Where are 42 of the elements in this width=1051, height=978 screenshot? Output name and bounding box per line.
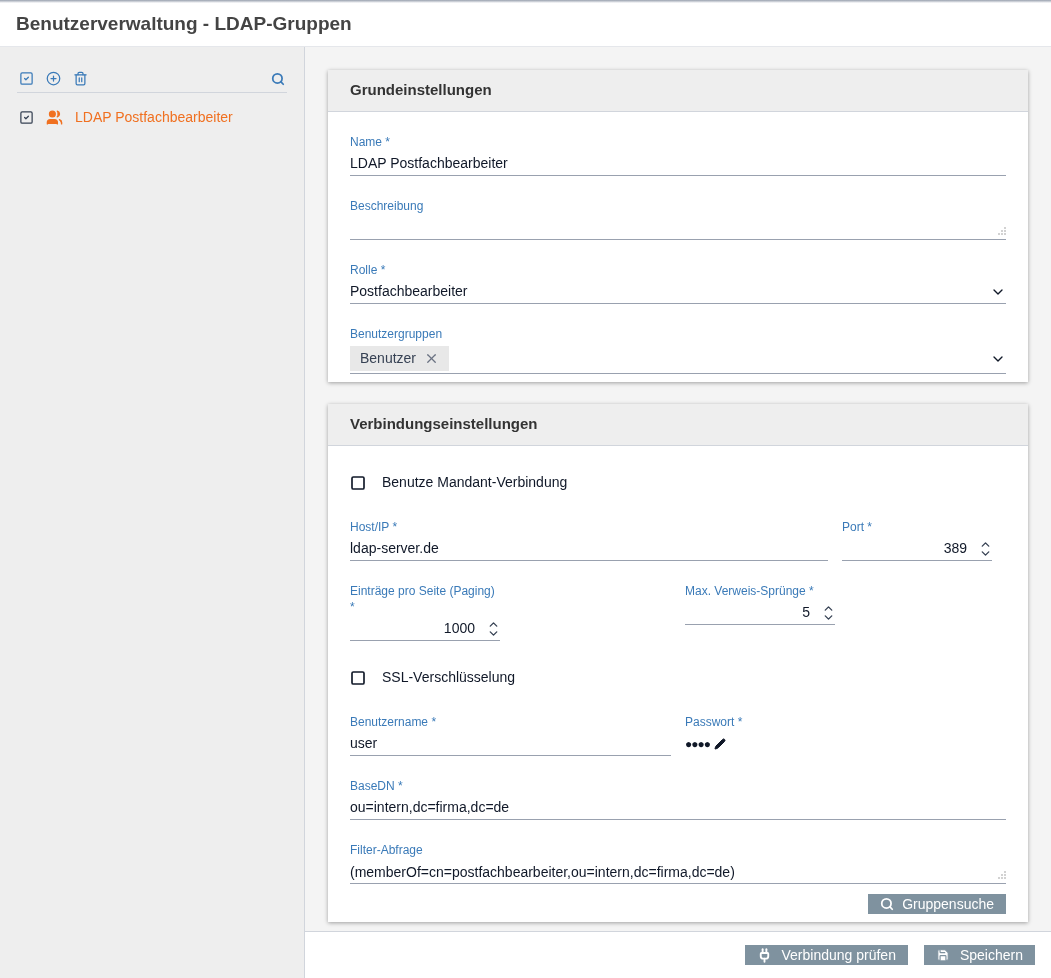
multi-select-field[interactable]: Benutzer [350, 344, 1006, 374]
field-label: BaseDN * [350, 778, 404, 794]
checkbox-label: Benutze Mandant-Verbindung [382, 473, 568, 492]
trash-icon[interactable] [73, 71, 88, 86]
card-title: Verbindungseinstellungen [350, 414, 538, 435]
select-all-icon[interactable] [19, 71, 34, 86]
number-field[interactable]: 1000 [350, 617, 500, 641]
input-field[interactable]: ldap-server.de [350, 537, 828, 561]
checkbox[interactable] [350, 669, 366, 686]
field-label: Max. Verweis-Sprünge * [685, 583, 815, 599]
add-icon[interactable] [46, 71, 61, 86]
tag: Benutzer [350, 346, 450, 371]
field-label: Filter-Abfrage [350, 842, 424, 858]
pencil-icon[interactable] [714, 738, 726, 750]
field-label: Beschreibung [350, 198, 425, 214]
save-icon [935, 948, 950, 962]
input-field[interactable]: ou=intern,dc=firma,dc=de [350, 796, 1006, 820]
input-field[interactable]: user [350, 732, 671, 756]
search-icon[interactable] [271, 71, 285, 86]
field-label: Benutzergruppen [350, 326, 444, 342]
input-field[interactable]: LDAP Postfachbearbeiter [350, 152, 1006, 176]
field-label: Passwort * [685, 714, 744, 730]
number-field[interactable]: 5 [685, 601, 835, 625]
card-title: Grundeinstellungen [350, 80, 492, 101]
resize-grip-icon [998, 227, 1006, 235]
resize-grip-icon [998, 871, 1006, 879]
checkbox[interactable] [350, 474, 366, 491]
field-label: Einträge pro Seite (Paging) * [350, 583, 496, 615]
password-field[interactable]: ●●●● [685, 732, 1006, 756]
select-field[interactable]: Postfachbearbeiter [350, 280, 1006, 304]
number-field[interactable]: 389 [842, 537, 992, 561]
checkbox[interactable] [19, 110, 34, 125]
field-label: Port * [842, 519, 873, 535]
checkbox-label: SSL-Verschlüsselung [382, 668, 516, 687]
text-area[interactable]: (memberOf=cn=postfachbearbeiter,ou=intern,dc=firma,dc=de) [350, 860, 1006, 884]
field-label: Benutzername * [350, 714, 438, 730]
search-icon [880, 897, 895, 911]
page-title: Benutzerverwaltung - LDAP-Gruppen [16, 12, 352, 37]
field-label: Name * [350, 134, 391, 150]
users-icon [46, 109, 63, 126]
field-label: Rolle * [350, 262, 387, 278]
field-label: Host/IP * [350, 519, 399, 535]
